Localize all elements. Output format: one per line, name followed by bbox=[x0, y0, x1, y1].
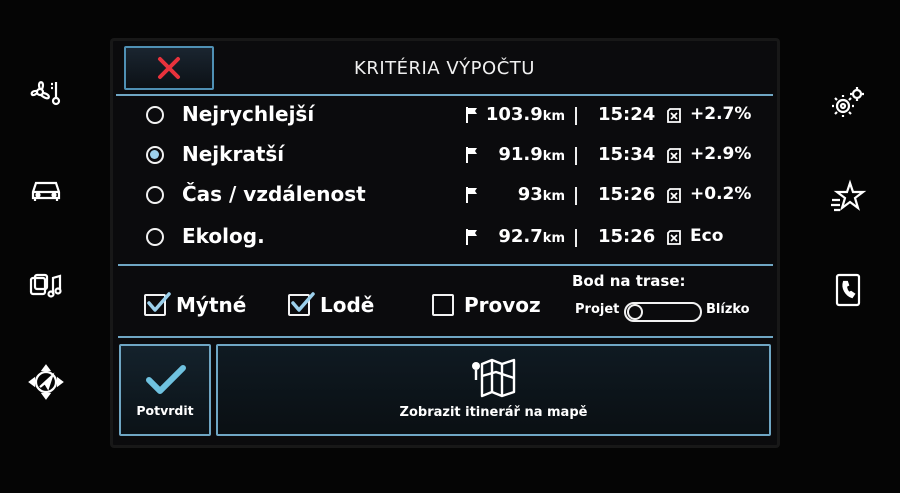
route-criteria-screen: KRITÉRIA VÝPOČTU Nejrychlejší 103.9km 15… bbox=[110, 38, 780, 448]
fuel-icon bbox=[667, 148, 681, 163]
phone-icon[interactable] bbox=[826, 268, 870, 312]
page-title: KRITÉRIA VÝPOČTU bbox=[354, 58, 535, 79]
section-divider bbox=[118, 336, 773, 338]
route-name: Ekolog. bbox=[182, 224, 265, 248]
route-name: Čas / vzdálenost bbox=[182, 182, 366, 206]
separator bbox=[575, 187, 577, 205]
route-name: Nejrychlejší bbox=[182, 102, 315, 126]
route-option-shortest[interactable]: Nejkratší 91.9km 15:34 +2.9% bbox=[140, 136, 760, 176]
waypoint-toggle[interactable] bbox=[624, 302, 702, 322]
confirm-label: Potvrdit bbox=[136, 403, 194, 418]
route-distance: 92.7km bbox=[498, 226, 565, 247]
navigation-icon[interactable] bbox=[24, 360, 68, 404]
separator bbox=[575, 107, 577, 125]
arrival-time: 15:34 bbox=[598, 144, 656, 165]
fuel-icon bbox=[667, 188, 681, 203]
checkbox-tolls[interactable] bbox=[144, 292, 171, 316]
arrival-time: 15:26 bbox=[598, 226, 656, 247]
car-icon[interactable] bbox=[24, 166, 68, 210]
consumption-delta: Eco bbox=[690, 226, 724, 246]
show-itinerary-map-button[interactable]: Zobrazit itinerář na mapě bbox=[216, 344, 771, 436]
checkbox-ferries[interactable] bbox=[288, 292, 315, 316]
map-icon bbox=[472, 358, 516, 398]
arrival-time: 15:26 bbox=[598, 184, 656, 205]
separator bbox=[575, 147, 577, 165]
consumption-delta: +0.2% bbox=[690, 184, 752, 204]
settings-icon[interactable] bbox=[826, 80, 870, 124]
route-distance: 91.9km bbox=[498, 144, 565, 165]
checkmark-icon bbox=[291, 292, 315, 312]
separator bbox=[575, 229, 577, 247]
map-button-label: Zobrazit itinerář na mapě bbox=[399, 405, 588, 420]
checkbox-traffic[interactable] bbox=[432, 294, 454, 316]
climate-icon[interactable] bbox=[24, 70, 68, 114]
consumption-delta: +2.9% bbox=[690, 144, 752, 164]
fuel-icon bbox=[667, 108, 681, 123]
toggle-knob[interactable] bbox=[627, 304, 643, 320]
route-option-time-distance[interactable]: Čas / vzdálenost 93km 15:26 +0.2% bbox=[140, 176, 760, 216]
title-bar: KRITÉRIA VÝPOČTU bbox=[116, 44, 773, 96]
consumption-delta: +2.7% bbox=[690, 104, 752, 124]
radio-button[interactable] bbox=[146, 106, 164, 124]
option-label: Provoz bbox=[464, 293, 541, 317]
radio-button[interactable] bbox=[146, 146, 164, 164]
radio-button[interactable] bbox=[146, 228, 164, 246]
fuel-icon bbox=[667, 230, 681, 245]
route-distance: 93km bbox=[517, 184, 565, 205]
arrival-time: 15:24 bbox=[598, 104, 656, 125]
route-option-fastest[interactable]: Nejrychlejší 103.9km 15:24 +2.7% bbox=[140, 96, 760, 136]
waypoint-label: Bod na trase: bbox=[572, 272, 686, 290]
route-distance: 103.9km bbox=[485, 104, 565, 125]
radio-button[interactable] bbox=[146, 186, 164, 204]
option-label: Mýtné bbox=[176, 293, 247, 317]
flag-icon bbox=[466, 229, 477, 245]
media-icon[interactable] bbox=[24, 264, 68, 308]
flag-icon bbox=[466, 107, 477, 123]
toggle-right-label: Blízko bbox=[706, 302, 750, 317]
flag-icon bbox=[466, 187, 477, 203]
confirm-button[interactable]: Potvrdit bbox=[119, 344, 211, 436]
section-divider bbox=[118, 264, 773, 266]
toggle-left-label: Projet bbox=[575, 302, 620, 317]
checkmark-icon bbox=[147, 292, 171, 312]
option-label: Lodě bbox=[320, 293, 375, 317]
flag-icon bbox=[466, 147, 477, 163]
favorites-icon[interactable] bbox=[826, 176, 870, 220]
checkmark-icon bbox=[146, 365, 186, 394]
route-option-eco[interactable]: Ekolog. 92.7km 15:26 Eco bbox=[140, 218, 760, 258]
route-name: Nejkratší bbox=[182, 142, 285, 166]
